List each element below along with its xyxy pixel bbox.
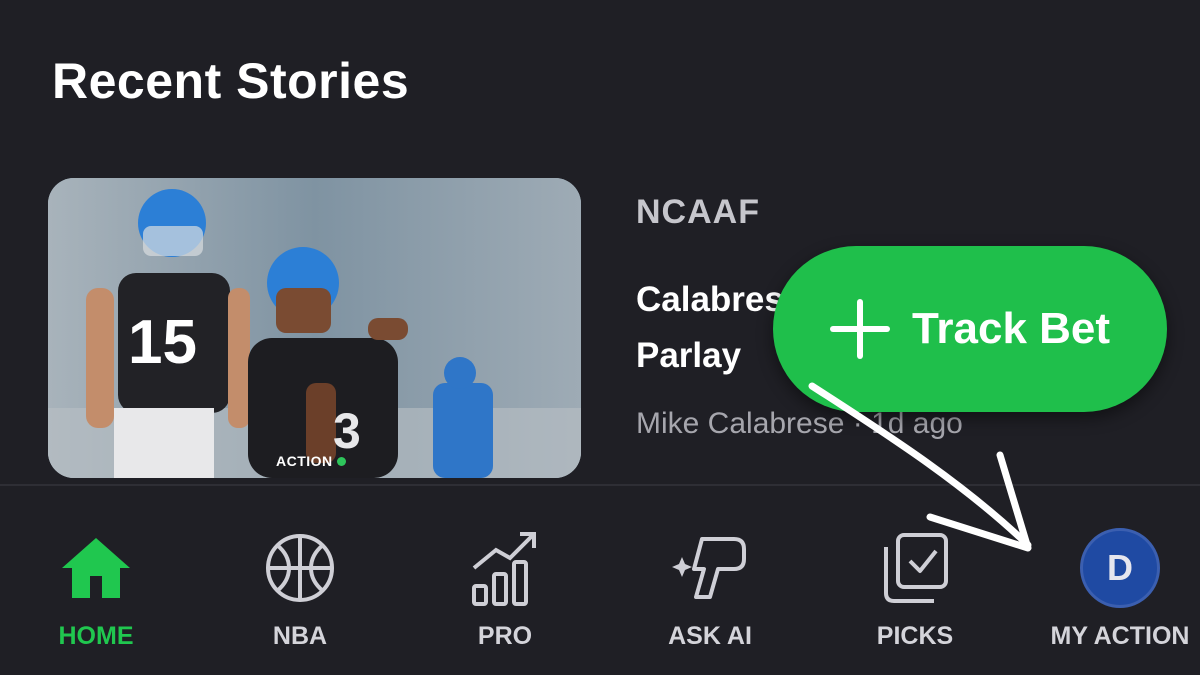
tab-my-action-label: MY ACTION [1050, 622, 1190, 650]
bar-chart-trend-icon [465, 528, 545, 608]
jersey-number-back: 3 [333, 403, 361, 459]
track-bet-label: Track Bet [911, 304, 1111, 353]
watermark-text: ACTION [276, 453, 333, 469]
tab-pro-label: PRO [477, 622, 533, 650]
tab-nba[interactable]: NBA [200, 486, 400, 675]
tab-home-label: HOME [58, 622, 134, 650]
tab-ask-ai[interactable]: ASK AI [610, 486, 810, 675]
image-watermark: ACTION [276, 453, 346, 469]
basketball-icon [260, 528, 340, 608]
story-thumbnail[interactable]: 15 3 ACTION [48, 178, 581, 478]
picks-check-icon [875, 528, 955, 608]
story-league: NCAAF [636, 193, 760, 231]
home-icon [56, 528, 136, 608]
jersey-number-front: 15 [128, 308, 197, 377]
football-players-image: 15 3 [48, 178, 581, 478]
avatar: D [1080, 528, 1160, 608]
tab-ask-ai-label: ASK AI [668, 622, 752, 650]
tab-picks-label: PICKS [876, 622, 954, 650]
tab-picks[interactable]: PICKS [815, 486, 1015, 675]
watermark-dot-icon [336, 456, 346, 466]
tab-my-action[interactable]: D MY ACTION [1020, 486, 1200, 675]
story-byline: Mike Calabrese · 1d ago [636, 407, 963, 440]
track-bet-button[interactable]: Track Bet [773, 246, 1167, 412]
tab-nba-label: NBA [272, 622, 328, 650]
plus-icon [829, 299, 890, 359]
tab-home[interactable]: HOME [0, 486, 196, 675]
bottom-tab-bar: HOME NBA PRO ASK AI PICKS D MY ACTION [0, 486, 1200, 675]
avatar-wrapper: D [1080, 528, 1160, 608]
ai-sparkle-icon [670, 528, 750, 608]
tab-pro[interactable]: PRO [405, 486, 605, 675]
